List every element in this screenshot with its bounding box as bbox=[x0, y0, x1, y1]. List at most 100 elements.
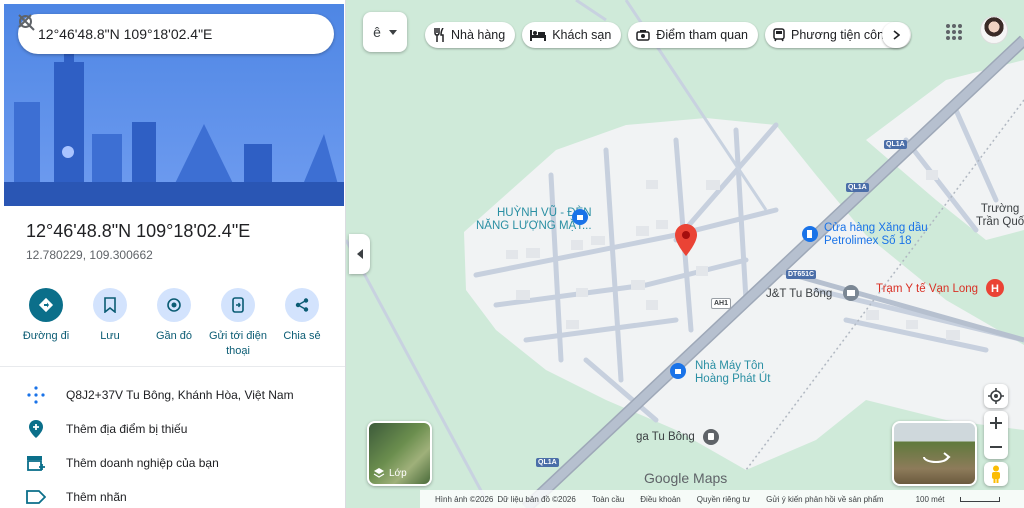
share-button[interactable]: Chia sẻ bbox=[270, 288, 334, 359]
plus-code-row[interactable]: Q8J2+37V Tu Bông, Khánh Hòa, Việt Nam bbox=[0, 378, 345, 412]
action-bar: Đường đi Lưu Gần đó Gửi tới điện thoại C… bbox=[14, 288, 334, 359]
route-shield: DT651C bbox=[786, 270, 817, 279]
chip-label: Điểm tham quan bbox=[656, 28, 749, 42]
layers-button[interactable]: Lớp bbox=[367, 421, 432, 486]
svg-text:H: H bbox=[991, 283, 999, 295]
location-pin-icon[interactable] bbox=[675, 224, 697, 256]
route-shield: QL1A bbox=[884, 140, 907, 149]
scale-bar bbox=[960, 496, 1001, 502]
train-icon[interactable] bbox=[703, 429, 719, 445]
google-maps-logo: Google Maps bbox=[644, 470, 728, 486]
search-button[interactable] bbox=[19, 15, 284, 48]
language-label: ê bbox=[373, 24, 381, 40]
pegman-button[interactable] bbox=[984, 462, 1008, 486]
chevron-right-icon bbox=[893, 30, 900, 40]
poi-station-label[interactable]: ga Tu Bông bbox=[636, 431, 695, 444]
street-view-thumbnail[interactable] bbox=[892, 421, 977, 486]
attribution-map-data: Dữ liệu bản đồ ©2026 bbox=[497, 494, 576, 504]
attribution-global-link[interactable]: Toàn cầu bbox=[592, 495, 624, 504]
directions-label: Đường đi bbox=[22, 330, 70, 342]
chips-scroll-right-button[interactable] bbox=[882, 22, 910, 48]
attribution-terms-link[interactable]: Điều khoản bbox=[640, 495, 680, 504]
zoom-in-button[interactable] bbox=[990, 411, 1002, 435]
save-label: Lưu bbox=[100, 330, 120, 342]
add-label-row[interactable]: Thêm nhãn bbox=[0, 480, 345, 508]
add-label-text: Thêm nhãn bbox=[66, 490, 127, 504]
poi-clinic-label[interactable]: Trạm Y tế Vạn Long bbox=[876, 283, 978, 296]
chip-restaurants[interactable]: Nhà hàng bbox=[425, 22, 516, 48]
chip-label: Khách sạn bbox=[552, 28, 612, 42]
directions-button[interactable]: Đường đi bbox=[14, 288, 78, 359]
plus-code-text: Q8J2+37V Tu Bông, Khánh Hòa, Việt Nam bbox=[66, 388, 294, 402]
street-view-rotate-icon bbox=[923, 452, 951, 463]
poi-gas-label[interactable]: Cửa hàng Xăng dầu Petrolimex Số 18 bbox=[824, 222, 928, 248]
zoom-controls bbox=[984, 411, 1008, 459]
account-avatar[interactable] bbox=[980, 16, 1008, 44]
close-icon bbox=[18, 14, 32, 28]
minus-icon bbox=[990, 446, 1002, 448]
search-box[interactable] bbox=[18, 14, 334, 54]
chip-attractions[interactable]: Điểm tham quan bbox=[628, 22, 759, 48]
my-location-icon bbox=[988, 388, 1004, 404]
layers-icon bbox=[373, 468, 385, 478]
hero-illustration bbox=[4, 4, 344, 206]
bookmark-icon bbox=[93, 288, 127, 322]
attribution-imagery: Hình ảnh ©2026 bbox=[435, 494, 494, 504]
poi-factory-line1: Nhà Máy Tôn bbox=[695, 360, 764, 372]
chip-hotels[interactable]: Khách sạn bbox=[522, 22, 622, 48]
poi-school-label[interactable]: Trường Trần Quố bbox=[976, 203, 1024, 229]
section-divider bbox=[0, 366, 345, 367]
place-coordinates: 12.780229, 109.300662 bbox=[26, 248, 153, 262]
info-list: Q8J2+37V Tu Bông, Khánh Hòa, Việt Nam Th… bbox=[0, 378, 345, 508]
add-missing-place-text: Thêm địa điểm bị thiếu bbox=[66, 422, 188, 436]
nearby-button[interactable]: Gần đó bbox=[142, 288, 206, 359]
poi-gas-line1: Cửa hàng Xăng dầu bbox=[824, 222, 928, 234]
route-shield: QL1A bbox=[536, 458, 559, 467]
add-business-icon bbox=[24, 453, 48, 473]
save-button[interactable]: Lưu bbox=[78, 288, 142, 359]
side-panel: 12°46'48.8"N 109°18'02.4"E 12.780229, 10… bbox=[0, 0, 346, 508]
shopping-bag-icon[interactable] bbox=[572, 209, 588, 225]
share-label: Chia sẻ bbox=[283, 330, 321, 342]
my-location-button[interactable] bbox=[984, 384, 1008, 408]
attribution-privacy-link[interactable]: Quyền riêng tư bbox=[697, 495, 750, 504]
pegman-icon bbox=[992, 465, 1000, 483]
mail-icon[interactable] bbox=[843, 285, 859, 301]
hospital-icon[interactable]: H bbox=[986, 279, 1004, 297]
camera-icon bbox=[636, 29, 651, 41]
label-icon bbox=[24, 487, 48, 507]
attribution-feedback-link[interactable]: Gửi ý kiến phản hồi về sản phẩm bbox=[766, 495, 883, 504]
chip-label: Nhà hàng bbox=[451, 28, 506, 42]
poi-jt-label[interactable]: J&T Tu Bông bbox=[766, 288, 832, 301]
clear-search-button[interactable] bbox=[18, 14, 320, 48]
collapse-panel-button[interactable] bbox=[349, 234, 370, 274]
poi-gas-line2: Petrolimex Số 18 bbox=[824, 235, 912, 247]
factory-icon[interactable] bbox=[670, 363, 686, 379]
send-to-phone-icon bbox=[221, 288, 255, 322]
route-shield: AH1 bbox=[711, 298, 732, 309]
scale-indicator[interactable]: 100 mét bbox=[900, 495, 1001, 504]
language-button[interactable]: ê bbox=[363, 12, 407, 52]
directions-icon bbox=[29, 288, 63, 322]
search-input[interactable] bbox=[38, 26, 248, 42]
restaurant-icon bbox=[433, 28, 445, 42]
place-title: 12°46'48.8"N 109°18'02.4"E bbox=[26, 221, 251, 241]
chevron-left-icon bbox=[356, 249, 363, 259]
gas-station-icon[interactable] bbox=[802, 226, 818, 242]
category-chips: Nhà hàng Khách sạn Điểm tham quan Phương… bbox=[425, 22, 918, 48]
send-to-phone-button[interactable]: Gửi tới điện thoại bbox=[206, 288, 270, 359]
scale-label: 100 mét bbox=[915, 494, 945, 504]
layers-label-group: Lớp bbox=[373, 467, 407, 479]
add-business-text: Thêm doanh nghiệp của bạn bbox=[66, 456, 219, 470]
poi-factory-line2: Hoàng Phát Út bbox=[695, 373, 771, 385]
add-business-row[interactable]: Thêm doanh nghiệp của bạn bbox=[0, 446, 345, 480]
share-icon bbox=[285, 288, 319, 322]
hotel-icon bbox=[530, 29, 547, 41]
attribution-bar: Hình ảnh ©2026 Dữ liệu bản đồ ©2026 Toàn… bbox=[420, 490, 1024, 508]
poi-school-line2: Trần Quố bbox=[976, 216, 1024, 228]
zoom-out-button[interactable] bbox=[990, 435, 1002, 459]
poi-factory-label[interactable]: Nhà Máy Tôn Hoàng Phát Út bbox=[695, 360, 770, 386]
google-apps-icon[interactable] bbox=[942, 20, 966, 44]
add-missing-place-row[interactable]: Thêm địa điểm bị thiếu bbox=[0, 412, 345, 446]
maps-app: HUỲNH VŨ - ĐÈN NĂNG LƯỢNG MẶT... Cửa hàn… bbox=[0, 0, 1024, 508]
